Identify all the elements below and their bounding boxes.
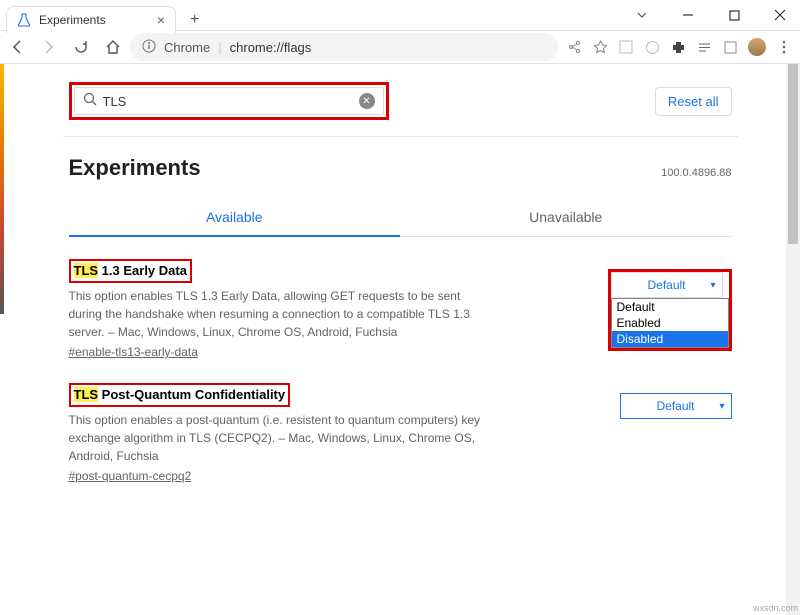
- panel-icon[interactable]: [618, 39, 634, 55]
- flag-hash-link[interactable]: #enable-tls13-early-data: [69, 345, 198, 359]
- search-highlight: TLS: [74, 263, 99, 278]
- flag-item: TLS 1.3 Early Data This option enables T…: [69, 259, 732, 361]
- dropdown-option-default[interactable]: Default: [612, 299, 728, 315]
- search-input[interactable]: [103, 94, 353, 109]
- search-highlight: TLS: [74, 387, 99, 402]
- window-minimize-button[interactable]: [674, 2, 702, 28]
- watermark: wxsdn.com: [753, 603, 798, 613]
- flag-description: This option enables TLS 1.3 Early Data, …: [69, 287, 489, 341]
- flag-hash-link[interactable]: #post-quantum-cecpq2: [69, 469, 192, 483]
- bookmark-star-icon[interactable]: [592, 39, 608, 55]
- clear-search-button[interactable]: ✕: [359, 93, 375, 109]
- address-separator: |: [218, 40, 221, 55]
- back-button[interactable]: [8, 38, 26, 56]
- profile-avatar[interactable]: [748, 38, 766, 56]
- new-tab-button[interactable]: +: [186, 7, 203, 33]
- window-maximize-button[interactable]: [720, 2, 748, 28]
- flag-title-highlight-box: TLS 1.3 Early Data: [69, 259, 192, 283]
- flag-title: TLS 1.3 Early Data: [74, 263, 187, 278]
- version-label: 100.0.4896.88: [661, 167, 731, 179]
- tabs: Available Unavailable: [69, 199, 732, 237]
- search-highlight-box: ✕: [69, 82, 389, 120]
- chevron-down-icon: ▾: [719, 401, 724, 412]
- flag-description: This option enables a post-quantum (i.e.…: [69, 411, 489, 465]
- more-chevron-icon[interactable]: [628, 2, 656, 28]
- site-info-icon[interactable]: [142, 39, 156, 56]
- browser-toolbar: Chrome | chrome://flags: [0, 30, 800, 64]
- extensions-puzzle-icon[interactable]: [670, 39, 686, 55]
- home-button[interactable]: [104, 38, 122, 56]
- tab-strip: Experiments × +: [6, 6, 203, 33]
- reading-list-icon[interactable]: [696, 39, 712, 55]
- menu-dots-icon[interactable]: [776, 39, 792, 55]
- dropdown-option-disabled[interactable]: Disabled: [612, 331, 728, 347]
- window-close-button[interactable]: [766, 2, 794, 28]
- dropdown-option-enabled[interactable]: Enabled: [612, 315, 728, 331]
- tab-close-button[interactable]: ×: [157, 12, 165, 28]
- flag-title-highlight-box: TLS Post-Quantum Confidentiality: [69, 383, 291, 407]
- page-title: Experiments: [69, 155, 732, 181]
- reset-all-button[interactable]: Reset all: [655, 87, 732, 116]
- flag-title: TLS Post-Quantum Confidentiality: [74, 387, 286, 402]
- content-area: ✕ Reset all Experiments 100.0.4896.88 Av…: [0, 64, 800, 615]
- tab-available[interactable]: Available: [69, 199, 401, 237]
- chevron-down-icon: ▾: [710, 280, 715, 291]
- browser-tab[interactable]: Experiments ×: [6, 6, 176, 33]
- share-icon[interactable]: [566, 39, 582, 55]
- tab-unavailable[interactable]: Unavailable: [400, 199, 732, 236]
- select-highlight-box: Default ▾ Default Enabled Disabled: [608, 269, 732, 351]
- flag-select[interactable]: Default ▾: [611, 272, 723, 298]
- flag-dropdown: Default Enabled Disabled: [611, 298, 729, 348]
- extension-circle-icon[interactable]: [644, 39, 660, 55]
- tab-square-icon[interactable]: [722, 39, 738, 55]
- flags-topbar: ✕ Reset all: [63, 82, 738, 137]
- flask-icon: [17, 13, 31, 27]
- tab-title: Experiments: [39, 13, 106, 27]
- search-box[interactable]: ✕: [74, 87, 384, 115]
- flag-select[interactable]: Default ▾: [620, 393, 732, 419]
- left-color-strip: [0, 64, 4, 314]
- reload-button[interactable]: [72, 38, 90, 56]
- scrollbar-track[interactable]: [786, 64, 800, 615]
- flag-item: TLS Post-Quantum Confidentiality This op…: [69, 383, 732, 485]
- search-icon: [83, 92, 97, 111]
- address-url: chrome://flags: [230, 40, 312, 55]
- scrollbar-thumb[interactable]: [788, 64, 798, 244]
- address-bar[interactable]: Chrome | chrome://flags: [130, 33, 558, 61]
- address-label: Chrome: [164, 40, 210, 55]
- forward-button[interactable]: [40, 38, 58, 56]
